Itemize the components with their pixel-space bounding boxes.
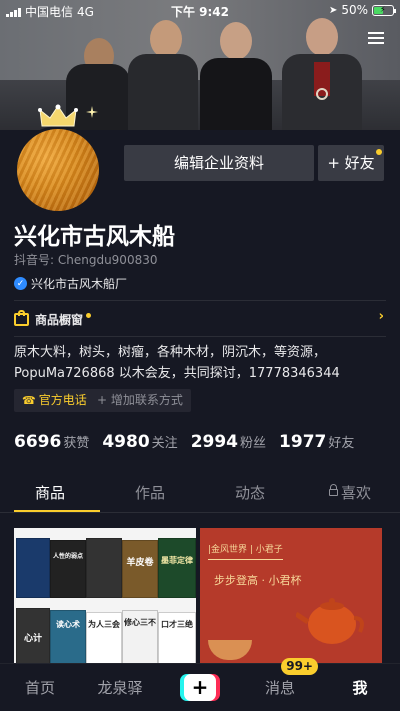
status-bar: 中国电信 4G 下午 9:42 ➤ 50% ⚡ bbox=[0, 0, 400, 20]
bottom-nav: 首页 龙泉驿 + 消息 99+ 我 bbox=[0, 658, 400, 711]
battery-icon: ⚡ bbox=[372, 4, 396, 16]
phone-icon: ☎ bbox=[22, 394, 36, 407]
avatar-image bbox=[14, 126, 102, 214]
book-cover bbox=[16, 538, 50, 598]
chevron-right-icon: › bbox=[378, 309, 384, 324]
tab-works[interactable]: 作品 bbox=[100, 478, 200, 512]
cover-person-2 bbox=[124, 10, 200, 130]
official-phone-button[interactable]: ☎ 官方电话 bbox=[14, 389, 95, 412]
verified-row[interactable]: ✓ 兴化市古风木船厂 bbox=[14, 275, 127, 292]
nav-city[interactable]: 龙泉驿 bbox=[80, 677, 160, 698]
nav-me[interactable]: 我 bbox=[320, 677, 400, 698]
book-cover: 为人三会 bbox=[86, 612, 122, 666]
verified-check-icon: ✓ bbox=[14, 277, 27, 290]
tea-banner: |金风世界 | 小君子 bbox=[208, 542, 283, 560]
tab-likes-label: 喜欢 bbox=[340, 484, 371, 502]
verified-org: 兴化市古风木船厂 bbox=[31, 277, 128, 291]
tabs-divider bbox=[0, 512, 400, 513]
tea-title: 步步登高 · 小君杯 bbox=[214, 574, 302, 587]
teapot-image bbox=[296, 598, 364, 644]
add-friend-button[interactable]: + 好友 bbox=[318, 145, 384, 181]
book-cover: 心计 bbox=[16, 608, 50, 666]
douyin-id: 抖音号: Chengdu900830 bbox=[14, 253, 158, 267]
add-contact-button[interactable]: + 增加联系方式 bbox=[89, 389, 191, 412]
profile-name: 兴化市古风木船 bbox=[14, 224, 175, 250]
notification-dot bbox=[376, 149, 382, 155]
book-cover: 羊皮卷 bbox=[122, 540, 158, 598]
plus-icon: + bbox=[184, 674, 216, 701]
stats-row: 6696 获赞 4980 关注 2994 粉丝 1977 好友 bbox=[14, 432, 354, 452]
book-cover: 读心术 bbox=[50, 610, 86, 666]
divider bbox=[14, 300, 386, 301]
tab-products[interactable]: 商品 bbox=[0, 478, 100, 512]
nav-create[interactable]: + bbox=[160, 674, 240, 701]
bio-text: 原木大料，树头，树瘤，各种木材，阴沉木，等资源， PopuMa726868 以木… bbox=[14, 342, 389, 384]
profile-tabs: 商品 作品 动态 喜欢 bbox=[0, 478, 400, 512]
stat-friends[interactable]: 1977 好友 bbox=[279, 432, 354, 452]
cover-person-3 bbox=[196, 8, 276, 130]
product-card-teapot[interactable]: |金风世界 | 小君子 步步登高 · 小君杯 bbox=[200, 528, 382, 666]
book-cover: 修心三不 bbox=[122, 610, 158, 666]
shop-bag-icon bbox=[14, 309, 29, 326]
cover-person-4 bbox=[276, 6, 366, 130]
tab-likes[interactable]: 喜欢 bbox=[300, 478, 400, 512]
official-phone-label: 官方电话 bbox=[38, 393, 87, 407]
tab-activity[interactable]: 动态 bbox=[200, 478, 300, 512]
book-cover: 人性的弱点 bbox=[50, 540, 86, 598]
book-cover: 墨菲定律 bbox=[158, 538, 196, 598]
create-button[interactable]: + bbox=[180, 674, 220, 701]
lock-icon bbox=[328, 484, 338, 496]
sparkle-icon bbox=[86, 106, 98, 118]
stat-likes[interactable]: 6696 获赞 bbox=[14, 432, 89, 452]
book-cover bbox=[86, 538, 122, 598]
battery-percent: 50% bbox=[341, 3, 368, 17]
nav-messages[interactable]: 消息 99+ bbox=[240, 658, 320, 698]
shop-window-dot bbox=[86, 312, 92, 318]
shop-window-row[interactable]: 商品橱窗 › bbox=[14, 308, 386, 330]
stat-followers[interactable]: 2994 粉丝 bbox=[191, 432, 266, 452]
stat-following[interactable]: 4980 关注 bbox=[102, 432, 177, 452]
edit-profile-button[interactable]: 编辑企业资料 bbox=[124, 145, 314, 181]
bio-line-2: PopuMa726868 以木会友，共同探讨，17778346344 bbox=[14, 366, 340, 381]
divider bbox=[14, 336, 386, 337]
book-cover: 口才三绝 bbox=[158, 612, 196, 666]
nav-home[interactable]: 首页 bbox=[0, 677, 80, 698]
crown-icon bbox=[38, 104, 78, 127]
shop-window-label: 商品橱窗 bbox=[35, 312, 84, 327]
product-card-books[interactable]: 人性的弱点 羊皮卷 墨菲定律 心计 读心术 为人三会 修心三不 口才三绝 bbox=[14, 528, 196, 666]
add-friend-label: + 好友 bbox=[327, 154, 375, 172]
tea-cup bbox=[208, 640, 252, 660]
messages-badge: 99+ bbox=[281, 658, 318, 675]
avatar[interactable] bbox=[12, 104, 104, 214]
nav-messages-label: 消息 bbox=[264, 679, 295, 697]
bio-line-1: 原木大料，树头，树瘤，各种木材，阴沉木，等资源， bbox=[14, 345, 327, 360]
menu-icon[interactable] bbox=[368, 32, 384, 46]
location-arrow-icon: ➤ bbox=[328, 4, 338, 16]
